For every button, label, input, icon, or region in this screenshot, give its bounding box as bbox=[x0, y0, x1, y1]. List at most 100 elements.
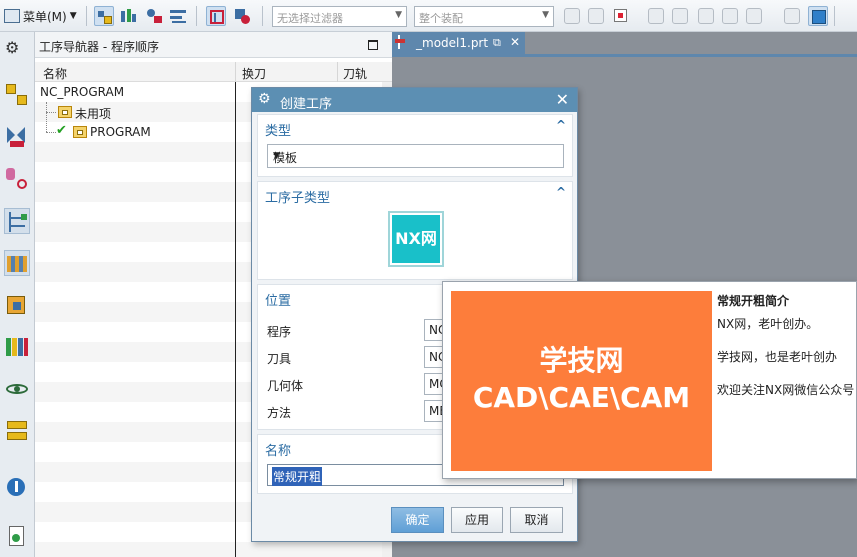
body-rule-icon[interactable] bbox=[722, 8, 738, 24]
shaded-view-icon[interactable] bbox=[784, 8, 800, 24]
tree-label: PROGRAM bbox=[90, 125, 151, 139]
type-group: 类型 ^ 模板 ▼ bbox=[257, 114, 573, 177]
face-rule-icon[interactable] bbox=[672, 8, 688, 24]
machine-tool-view-icon[interactable] bbox=[118, 6, 138, 26]
toolbar-divider bbox=[834, 6, 835, 26]
menu-button[interactable]: 菜单(M) ▼ bbox=[4, 6, 77, 26]
selection-intent-icon[interactable] bbox=[564, 8, 580, 24]
chevron-down-icon: ▼ bbox=[273, 151, 280, 161]
tab-underline bbox=[392, 54, 857, 57]
group-heading[interactable]: 工序子类型 bbox=[265, 187, 330, 206]
nx-logo-icon: NX网 bbox=[392, 215, 440, 263]
top-toolbar: 菜单(M) ▼ 无选择过滤器 ▼ 整个装配 ▼ bbox=[0, 0, 857, 32]
assembly-scope-select[interactable]: 整个装配 ▼ bbox=[414, 6, 554, 27]
pin-icon bbox=[395, 35, 406, 49]
assembly-scope-value: 整个装配 bbox=[419, 12, 463, 25]
tooltip-line: NX网，老叶创办。 bbox=[717, 317, 819, 331]
program-order-view-icon[interactable] bbox=[94, 6, 114, 26]
tree-label: 未用项 bbox=[75, 107, 112, 121]
navigator-column-header: 名称 换刀 刀轨 bbox=[35, 62, 392, 82]
create-program-icon[interactable] bbox=[232, 6, 252, 26]
tree-row-program[interactable]: ✔ PROGRAM bbox=[35, 122, 235, 142]
location-method-label: 方法 bbox=[267, 406, 292, 420]
assembly-navigator-icon[interactable] bbox=[4, 82, 30, 108]
shaded-with-edges-icon[interactable] bbox=[808, 6, 828, 26]
tab-label: _model1.prt bbox=[416, 36, 489, 50]
subtype-group: 工序子类型 ^ NX网 bbox=[257, 181, 573, 280]
constraint-navigator-icon[interactable] bbox=[4, 124, 30, 150]
visualization-icon[interactable] bbox=[4, 376, 30, 402]
group-heading[interactable]: 类型 bbox=[265, 120, 291, 139]
tree-row-nc-program[interactable]: NC_PROGRAM bbox=[35, 82, 235, 102]
process-studio-icon[interactable] bbox=[4, 418, 30, 444]
type-select[interactable]: 模板 ▼ bbox=[267, 144, 564, 168]
folder-icon bbox=[73, 126, 87, 138]
box-select-icon[interactable] bbox=[746, 8, 762, 24]
column-divider[interactable] bbox=[235, 62, 236, 82]
menu-icon bbox=[4, 9, 20, 23]
gear-icon[interactable]: ⚙ bbox=[5, 38, 19, 57]
chevron-down-icon: ▼ bbox=[395, 10, 402, 20]
operation-name-value: 常规开粗 bbox=[272, 467, 323, 486]
chevron-up-icon[interactable]: ^ bbox=[556, 185, 566, 199]
tooltip-image-line1: 学技网 bbox=[539, 344, 624, 377]
close-icon[interactable]: ✕ bbox=[510, 35, 520, 49]
folder-icon bbox=[58, 106, 72, 118]
tab-model1[interactable]: _model1.prt ⧉ ✕ bbox=[392, 32, 525, 54]
location-program-label: 程序 bbox=[267, 325, 292, 339]
checkmark-icon: ✔ bbox=[56, 123, 67, 138]
dialog-title-bar[interactable]: ⚙ 创建工序 ✕ bbox=[252, 88, 577, 112]
tooltip-image: 学技网 CAD\CAE\CAM bbox=[451, 291, 712, 471]
machining-method-view-icon[interactable] bbox=[168, 6, 188, 26]
part-navigator-icon[interactable] bbox=[4, 166, 30, 192]
column-name[interactable]: 名称 bbox=[43, 65, 67, 82]
tree-label: NC_PROGRAM bbox=[40, 85, 125, 99]
snap-point-icon[interactable] bbox=[588, 8, 604, 24]
point-selection-icon[interactable] bbox=[611, 6, 631, 26]
gear-icon[interactable]: ⚙ bbox=[258, 91, 271, 107]
chevron-down-icon: ▼ bbox=[542, 10, 549, 20]
geometry-view-icon[interactable] bbox=[144, 6, 164, 26]
column-divider-line bbox=[235, 82, 236, 557]
close-icon[interactable]: ✕ bbox=[556, 90, 569, 109]
cancel-button[interactable]: 取消 bbox=[510, 507, 563, 533]
ok-button[interactable]: 确定 bbox=[391, 507, 444, 533]
info-broadcast-icon[interactable] bbox=[4, 472, 30, 498]
operation-subtype-tooltip: 学技网 CAD\CAE\CAM 常规开粗简介 NX网，老叶创办。 学技网，也是老… bbox=[442, 281, 857, 479]
tooltip-image-line2: CAD\CAE\CAM bbox=[472, 381, 691, 414]
column-divider[interactable] bbox=[337, 62, 338, 82]
chevron-up-icon[interactable]: ^ bbox=[556, 118, 566, 132]
external-link-icon[interactable]: ⧉ bbox=[493, 36, 501, 50]
operation-navigator-icon[interactable] bbox=[4, 208, 30, 234]
location-tool-label: 刀具 bbox=[267, 352, 292, 366]
toolbar-divider bbox=[262, 6, 263, 26]
curve-rule-icon[interactable] bbox=[648, 8, 664, 24]
maximize-icon[interactable] bbox=[368, 40, 378, 50]
selection-filter-select[interactable]: 无选择过滤器 ▼ bbox=[272, 6, 407, 27]
toolbar-divider bbox=[196, 6, 197, 26]
resource-bar: ⚙ bbox=[0, 32, 35, 557]
reuse-library-icon[interactable] bbox=[4, 334, 30, 360]
group-heading[interactable]: 位置 bbox=[265, 290, 291, 309]
group-heading[interactable]: 名称 bbox=[265, 440, 291, 459]
tooltip-line: 欢迎关注NX网微信公众号 bbox=[717, 383, 855, 397]
column-toolpath[interactable]: 刀轨 bbox=[343, 65, 367, 82]
toolbar-divider bbox=[86, 6, 87, 26]
document-icon[interactable] bbox=[4, 524, 30, 550]
machining-feature-navigator-icon[interactable] bbox=[4, 292, 30, 318]
machine-tool-navigator-icon[interactable] bbox=[4, 250, 30, 276]
operation-subtype-button[interactable]: NX网 bbox=[388, 211, 444, 267]
column-tool-change[interactable]: 换刀 bbox=[242, 65, 266, 82]
navigator-title-bar: 工序导航器 - 程序顺序 bbox=[35, 32, 392, 58]
create-operation-icon[interactable] bbox=[206, 6, 226, 26]
tooltip-title: 常规开粗简介 bbox=[717, 294, 790, 308]
apply-button[interactable]: 应用 bbox=[451, 507, 503, 533]
navigator-title: 工序导航器 - 程序顺序 bbox=[39, 40, 159, 54]
selection-filter-value: 无选择过滤器 bbox=[277, 12, 343, 25]
dialog-title: 创建工序 bbox=[280, 97, 333, 112]
location-geometry-label: 几何体 bbox=[267, 379, 304, 393]
tooltip-line: 学技网，也是老叶创办 bbox=[717, 350, 838, 364]
chevron-down-icon: ▼ bbox=[69, 11, 77, 21]
tree-row-unused-items[interactable]: 未用项 bbox=[35, 102, 235, 122]
feature-rule-icon[interactable] bbox=[698, 8, 714, 24]
